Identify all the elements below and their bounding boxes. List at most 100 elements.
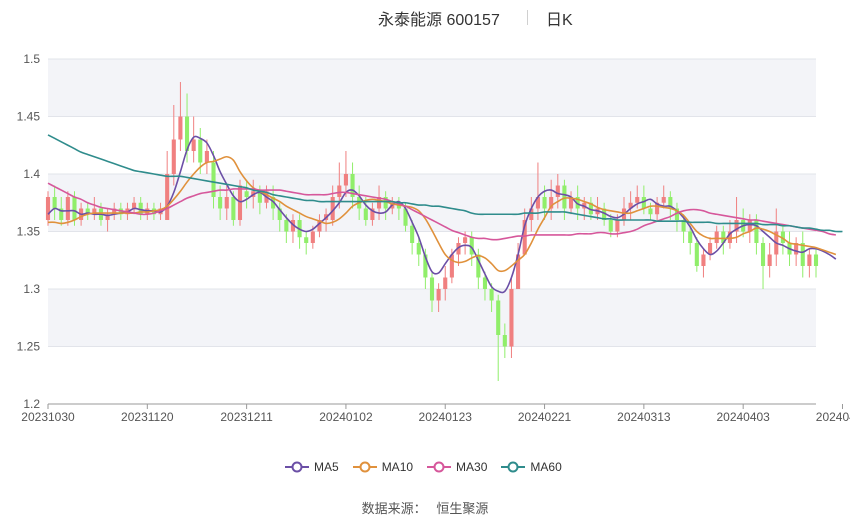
x-tick-label: 20240123 — [419, 410, 473, 424]
grid-band — [48, 59, 816, 117]
candle-body — [714, 231, 719, 243]
legend-ma30-marker — [427, 461, 452, 473]
candle-body — [231, 197, 236, 220]
legend-ma30-label: MA30 — [456, 460, 488, 474]
candle-body — [65, 197, 70, 220]
legend-item-ma60[interactable]: MA60 — [501, 460, 562, 474]
candle-body — [429, 277, 435, 301]
candle-body — [661, 197, 666, 203]
candle-body — [45, 197, 51, 220]
legend-ma60-marker — [501, 461, 526, 473]
candle-body — [562, 185, 567, 209]
candle-body — [688, 231, 693, 243]
candle-down — [476, 248, 481, 289]
candle-down — [813, 248, 819, 278]
candle-up — [807, 248, 812, 278]
candle-body — [363, 208, 368, 220]
candle-down — [304, 231, 309, 255]
candle-body — [244, 191, 249, 197]
candle-up — [708, 237, 713, 261]
candle-up — [509, 277, 514, 358]
candle-body — [436, 289, 441, 301]
data-source-name: 恒生聚源 — [436, 501, 489, 516]
candle-down — [760, 237, 766, 289]
candle-body — [218, 197, 223, 209]
candle-body — [178, 116, 183, 140]
y-tick-label: 1.2 — [23, 397, 40, 411]
candle-body — [443, 277, 448, 289]
candle-body — [648, 208, 653, 215]
y-tick-label: 1.45 — [17, 110, 41, 124]
x-tick-label: 20240403 — [716, 410, 770, 424]
candle-body — [502, 335, 507, 347]
candle-body — [767, 254, 772, 266]
candle-body — [304, 237, 309, 243]
y-axis: 1.5 1.45 1.4 1.35 1.3 1.25 1.2 — [17, 52, 41, 411]
candle-body — [198, 139, 203, 163]
x-tick-label: 20240425 — [816, 410, 850, 424]
x-tick-label: 20231120 — [121, 410, 174, 424]
candle-up — [767, 243, 772, 278]
data-source: 数据来源： 恒生聚源 — [0, 498, 850, 517]
candle-body — [509, 289, 514, 347]
legend-ma10-label: MA10 — [381, 460, 414, 474]
candle-body — [52, 197, 57, 209]
candle-body — [204, 151, 209, 163]
x-tick-label: 20240221 — [518, 410, 572, 424]
candle-body — [132, 202, 137, 209]
legend: MA5 MA10 MA30 MA60 — [285, 458, 576, 476]
candle-body — [416, 243, 421, 255]
candle-up — [701, 248, 706, 278]
x-axis: 20231030 20231120 20231211 20240102 20240123… — [21, 403, 850, 424]
candle-body — [165, 174, 170, 220]
candle-body — [608, 220, 613, 232]
legend-ma60-label: MA60 — [530, 460, 562, 474]
x-tick-label: 20231030 — [21, 410, 75, 424]
candle-body — [813, 254, 819, 266]
candle-body — [708, 243, 713, 255]
candle-body — [747, 220, 752, 232]
candle-body — [496, 300, 501, 335]
candle-body — [224, 197, 229, 209]
y-tick-label: 1.3 — [23, 282, 40, 296]
candle-body — [760, 243, 766, 266]
candle-body — [463, 237, 468, 243]
candle-body — [694, 243, 699, 266]
candle-body — [635, 197, 640, 203]
candle-body — [337, 185, 342, 197]
candle-body — [555, 185, 560, 197]
candle-down — [800, 231, 805, 278]
candle-body — [237, 185, 243, 220]
candle-body — [807, 254, 812, 266]
legend-item-ma5[interactable]: MA5 — [285, 460, 339, 474]
x-tick-label: 20240102 — [319, 410, 373, 424]
y-tick-label: 1.4 — [23, 167, 40, 181]
candle-body — [191, 139, 196, 151]
y-tick-label: 1.35 — [17, 225, 41, 239]
candle-body — [310, 231, 315, 243]
legend-ma10-marker — [352, 461, 377, 473]
candle-body — [449, 254, 454, 278]
candle-body — [343, 174, 348, 186]
kline-chart: 1.5 1.45 1.4 1.35 1.3 1.25 1.2 20231030 2023112… — [17, 52, 850, 424]
candle-body — [72, 197, 77, 220]
legend-ma5-label: MA5 — [314, 460, 339, 474]
candle-body — [171, 139, 176, 174]
legend-item-ma30[interactable]: MA30 — [427, 460, 487, 474]
candle-body — [542, 197, 547, 209]
y-tick-label: 1.25 — [17, 340, 41, 354]
candle-body — [482, 277, 488, 289]
x-tick-label: 20240313 — [617, 410, 671, 424]
candle-up — [171, 105, 176, 186]
candle-body — [615, 220, 620, 232]
candle-body — [410, 225, 415, 243]
candle-body — [800, 243, 805, 266]
candle-body — [284, 220, 289, 232]
legend-item-ma10[interactable]: MA10 — [352, 460, 414, 474]
legend-ma5-marker — [285, 461, 309, 473]
candle-body — [701, 254, 706, 266]
candle-body — [489, 289, 494, 301]
data-source-label: 数据来源： — [361, 501, 427, 516]
x-tick-label: 20231211 — [220, 410, 273, 424]
y-tick-label: 1.5 — [23, 52, 40, 66]
